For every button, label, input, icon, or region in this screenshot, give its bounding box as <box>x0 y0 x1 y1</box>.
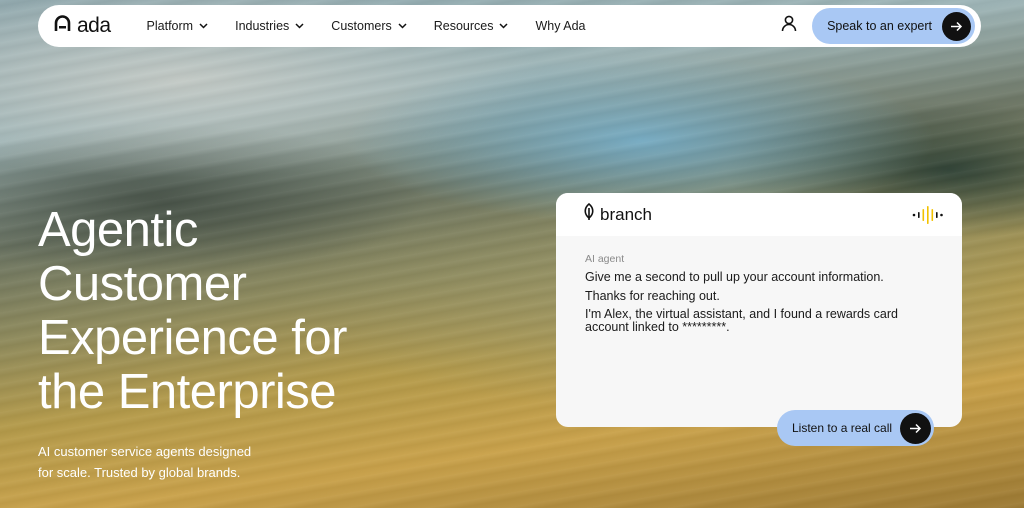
hero-subtitle: AI customer service agents designed for … <box>38 441 298 483</box>
nav-item-label: Platform <box>146 19 194 33</box>
chevron-down-icon <box>398 23 407 29</box>
chat-message: Give me a second to pull up your account… <box>585 270 884 284</box>
hero-title-line: Agentic <box>38 203 198 257</box>
arrow-right-icon <box>900 412 931 444</box>
nav-item-label: Industries <box>235 19 290 33</box>
nav-item-platform[interactable]: Platform <box>147 19 209 33</box>
hero-subtitle-line: for scale. Trusted by global brands. <box>38 465 241 480</box>
hero-subtitle-line: AI customer service agents designed <box>38 444 252 459</box>
chat-card-body: AI agent Give me a second to pull up you… <box>556 236 962 334</box>
nav-item-resources[interactable]: Resources <box>434 19 509 33</box>
ada-logo-icon <box>54 15 71 37</box>
nav-links: Platform Industries Customers Resources … <box>147 19 613 33</box>
hero-title-line: the Enterprise <box>38 365 337 419</box>
hero-title-line: Customer <box>38 257 247 311</box>
chevron-down-icon <box>499 23 509 29</box>
listen-real-call-button[interactable]: Listen to a real call <box>777 410 934 446</box>
chat-card-header: branch <box>556 193 962 236</box>
listen-label: Listen to a real call <box>792 421 893 435</box>
arrow-right-icon <box>942 11 971 41</box>
nav-item-label: Why Ada <box>535 19 586 33</box>
branch-brand: branch <box>582 202 652 226</box>
nav-actions: Speak to an expert <box>772 8 975 44</box>
audio-wave-icon <box>912 205 944 225</box>
brand-text: branch <box>600 204 652 224</box>
hero-title: Agentic Customer Experience for the Ente… <box>38 203 438 419</box>
agent-label: AI agent <box>585 253 625 265</box>
nav-item-customers[interactable]: Customers <box>331 19 407 33</box>
chat-message: Thanks for reaching out. <box>585 289 720 303</box>
leaf-icon <box>582 202 596 226</box>
user-account-button[interactable] <box>772 9 806 43</box>
nav-item-label: Resources <box>433 19 494 33</box>
hero-title-line: Experience for <box>38 311 347 365</box>
top-navigation: ada Platform Industries Customers Resour… <box>38 5 981 47</box>
nav-item-label: Customers <box>331 19 392 33</box>
chevron-down-icon <box>295 23 304 29</box>
cta-label: Speak to an expert <box>827 19 932 33</box>
speak-to-expert-button[interactable]: Speak to an expert <box>812 8 975 44</box>
nav-item-industries[interactable]: Industries <box>235 19 304 33</box>
chevron-down-icon <box>199 23 208 29</box>
logo-text: ada <box>77 14 111 37</box>
nav-item-why-ada[interactable]: Why Ada <box>535 19 585 33</box>
chat-message: I'm Alex, the virtual assistant, and I f… <box>585 307 898 334</box>
chat-demo-card: branch AI agent Give me a second to pull… <box>556 193 962 427</box>
ada-logo[interactable]: ada <box>54 14 111 38</box>
user-icon <box>781 15 797 37</box>
